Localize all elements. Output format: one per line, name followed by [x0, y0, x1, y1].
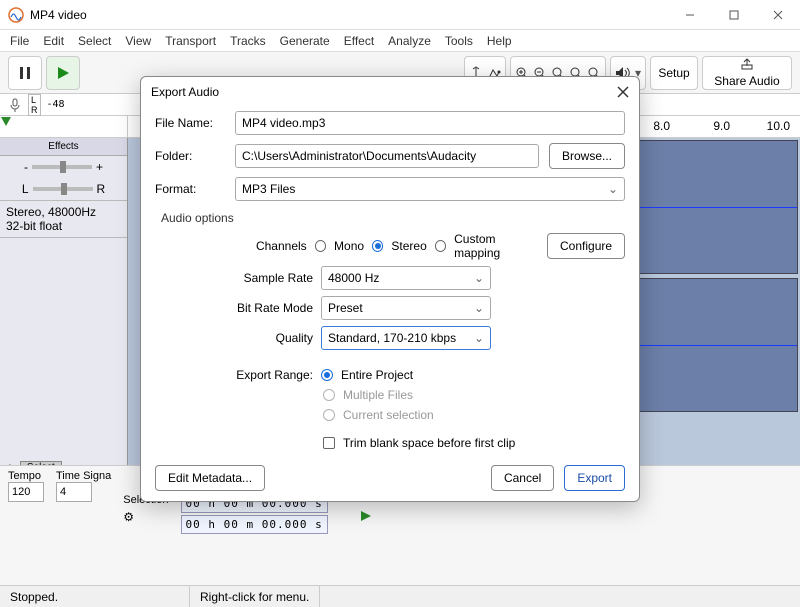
- radio-stereo[interactable]: [372, 240, 383, 252]
- track-panel[interactable]: Effects - + L R Stereo, 48000Hz 32-bit f…: [0, 138, 128, 478]
- menu-view[interactable]: View: [125, 34, 151, 48]
- export-audio-dialog: Export Audio File Name: Folder: Browse..…: [140, 76, 640, 502]
- menu-transport[interactable]: Transport: [165, 34, 216, 48]
- configure-button[interactable]: Configure: [547, 233, 625, 259]
- edit-metadata-button[interactable]: Edit Metadata...: [155, 465, 265, 491]
- audio-setup-button[interactable]: Setup: [650, 56, 698, 90]
- menu-tools[interactable]: Tools: [445, 34, 473, 48]
- menu-generate[interactable]: Generate: [280, 34, 330, 48]
- pause-button[interactable]: [8, 56, 42, 90]
- menu-file[interactable]: File: [10, 34, 29, 48]
- track-info: Stereo, 48000Hz 32-bit float: [0, 200, 127, 238]
- timesig-label: Time Signa: [56, 470, 111, 482]
- radio-custom[interactable]: [435, 240, 446, 252]
- share-label: Share Audio: [714, 74, 779, 88]
- setup-label: Setup: [658, 66, 689, 80]
- format-label: Format:: [155, 182, 225, 196]
- pan-slider[interactable]: L R: [0, 178, 127, 200]
- mic-icon[interactable]: [8, 98, 22, 112]
- audio-clip-right[interactable]: [628, 278, 798, 412]
- radio-mono[interactable]: [315, 240, 326, 252]
- ruler-tick: 9.0: [713, 119, 730, 133]
- format-select[interactable]: MP3 Files ⌄: [235, 177, 625, 201]
- gear-icon[interactable]: ⚙: [123, 510, 134, 524]
- audio-options-label: Audio options: [161, 211, 625, 225]
- trim-checkbox[interactable]: [323, 437, 335, 449]
- maximize-button[interactable]: [712, 0, 756, 30]
- minimize-button[interactable]: [668, 0, 712, 30]
- browse-button[interactable]: Browse...: [549, 143, 625, 169]
- menu-effect[interactable]: Effect: [344, 34, 374, 48]
- playhead-icon[interactable]: [0, 116, 12, 128]
- status-right: Right-click for menu.: [190, 586, 320, 607]
- menu-select[interactable]: Select: [78, 34, 111, 48]
- chevron-down-icon: ⌄: [474, 271, 484, 285]
- chevron-down-icon: ⌄: [608, 182, 618, 196]
- tempo-input[interactable]: [8, 482, 44, 502]
- samplerate-label: Sample Rate: [215, 271, 313, 285]
- ruler-tick: 8.0: [653, 119, 670, 133]
- export-button[interactable]: Export: [564, 465, 625, 491]
- quality-select[interactable]: Standard, 170-210 kbps ⌄: [321, 326, 491, 350]
- play-button[interactable]: [46, 56, 80, 90]
- dialog-title: Export Audio: [151, 85, 219, 99]
- menu-analyze[interactable]: Analyze: [388, 34, 431, 48]
- menubar: File Edit Select View Transport Tracks G…: [0, 30, 800, 52]
- effects-header[interactable]: Effects: [0, 138, 127, 156]
- quality-label: Quality: [215, 331, 313, 345]
- folder-input[interactable]: [235, 144, 539, 168]
- bitratemode-select[interactable]: Preset ⌄: [321, 296, 491, 320]
- titlebar: MP4 video: [0, 0, 800, 30]
- app-logo-icon: [8, 7, 24, 23]
- tempo-label: Tempo: [8, 470, 44, 482]
- filename-label: File Name:: [155, 116, 225, 130]
- samplerate-select[interactable]: 48000 Hz ⌄: [321, 266, 491, 290]
- close-button[interactable]: [756, 0, 800, 30]
- menu-help[interactable]: Help: [487, 34, 512, 48]
- meter-lr: LR: [28, 94, 41, 116]
- status-bar: Stopped. Right-click for menu.: [0, 585, 800, 607]
- channels-label: Channels: [215, 239, 307, 253]
- bitratemode-label: Bit Rate Mode: [215, 301, 313, 315]
- dialog-close-button[interactable]: [617, 86, 629, 98]
- audio-clip-left[interactable]: [628, 140, 798, 274]
- status-left: Stopped.: [0, 586, 190, 607]
- radio-multiple-files: [323, 389, 335, 401]
- meter-value: -48: [47, 99, 65, 110]
- chevron-down-icon: ⌄: [474, 331, 484, 345]
- folder-label: Folder:: [155, 149, 225, 163]
- menu-tracks[interactable]: Tracks: [230, 34, 266, 48]
- radio-current-selection: [323, 409, 335, 421]
- mini-play-icon[interactable]: [360, 510, 372, 522]
- chevron-down-icon: ⌄: [474, 301, 484, 315]
- menu-edit[interactable]: Edit: [43, 34, 64, 48]
- share-audio-button[interactable]: Share Audio: [702, 56, 792, 90]
- share-icon: [740, 58, 754, 70]
- cancel-button[interactable]: Cancel: [491, 465, 554, 491]
- export-range-label: Export Range:: [195, 368, 313, 382]
- timesig-input[interactable]: [56, 482, 92, 502]
- filename-input[interactable]: [235, 111, 625, 135]
- window-title: MP4 video: [30, 8, 668, 22]
- ruler-tick: 10.0: [767, 119, 790, 133]
- gain-slider[interactable]: - +: [0, 156, 127, 178]
- selection-end-time[interactable]: 00 h 00 m 00.000 s: [181, 515, 328, 534]
- radio-entire-project[interactable]: [321, 369, 333, 381]
